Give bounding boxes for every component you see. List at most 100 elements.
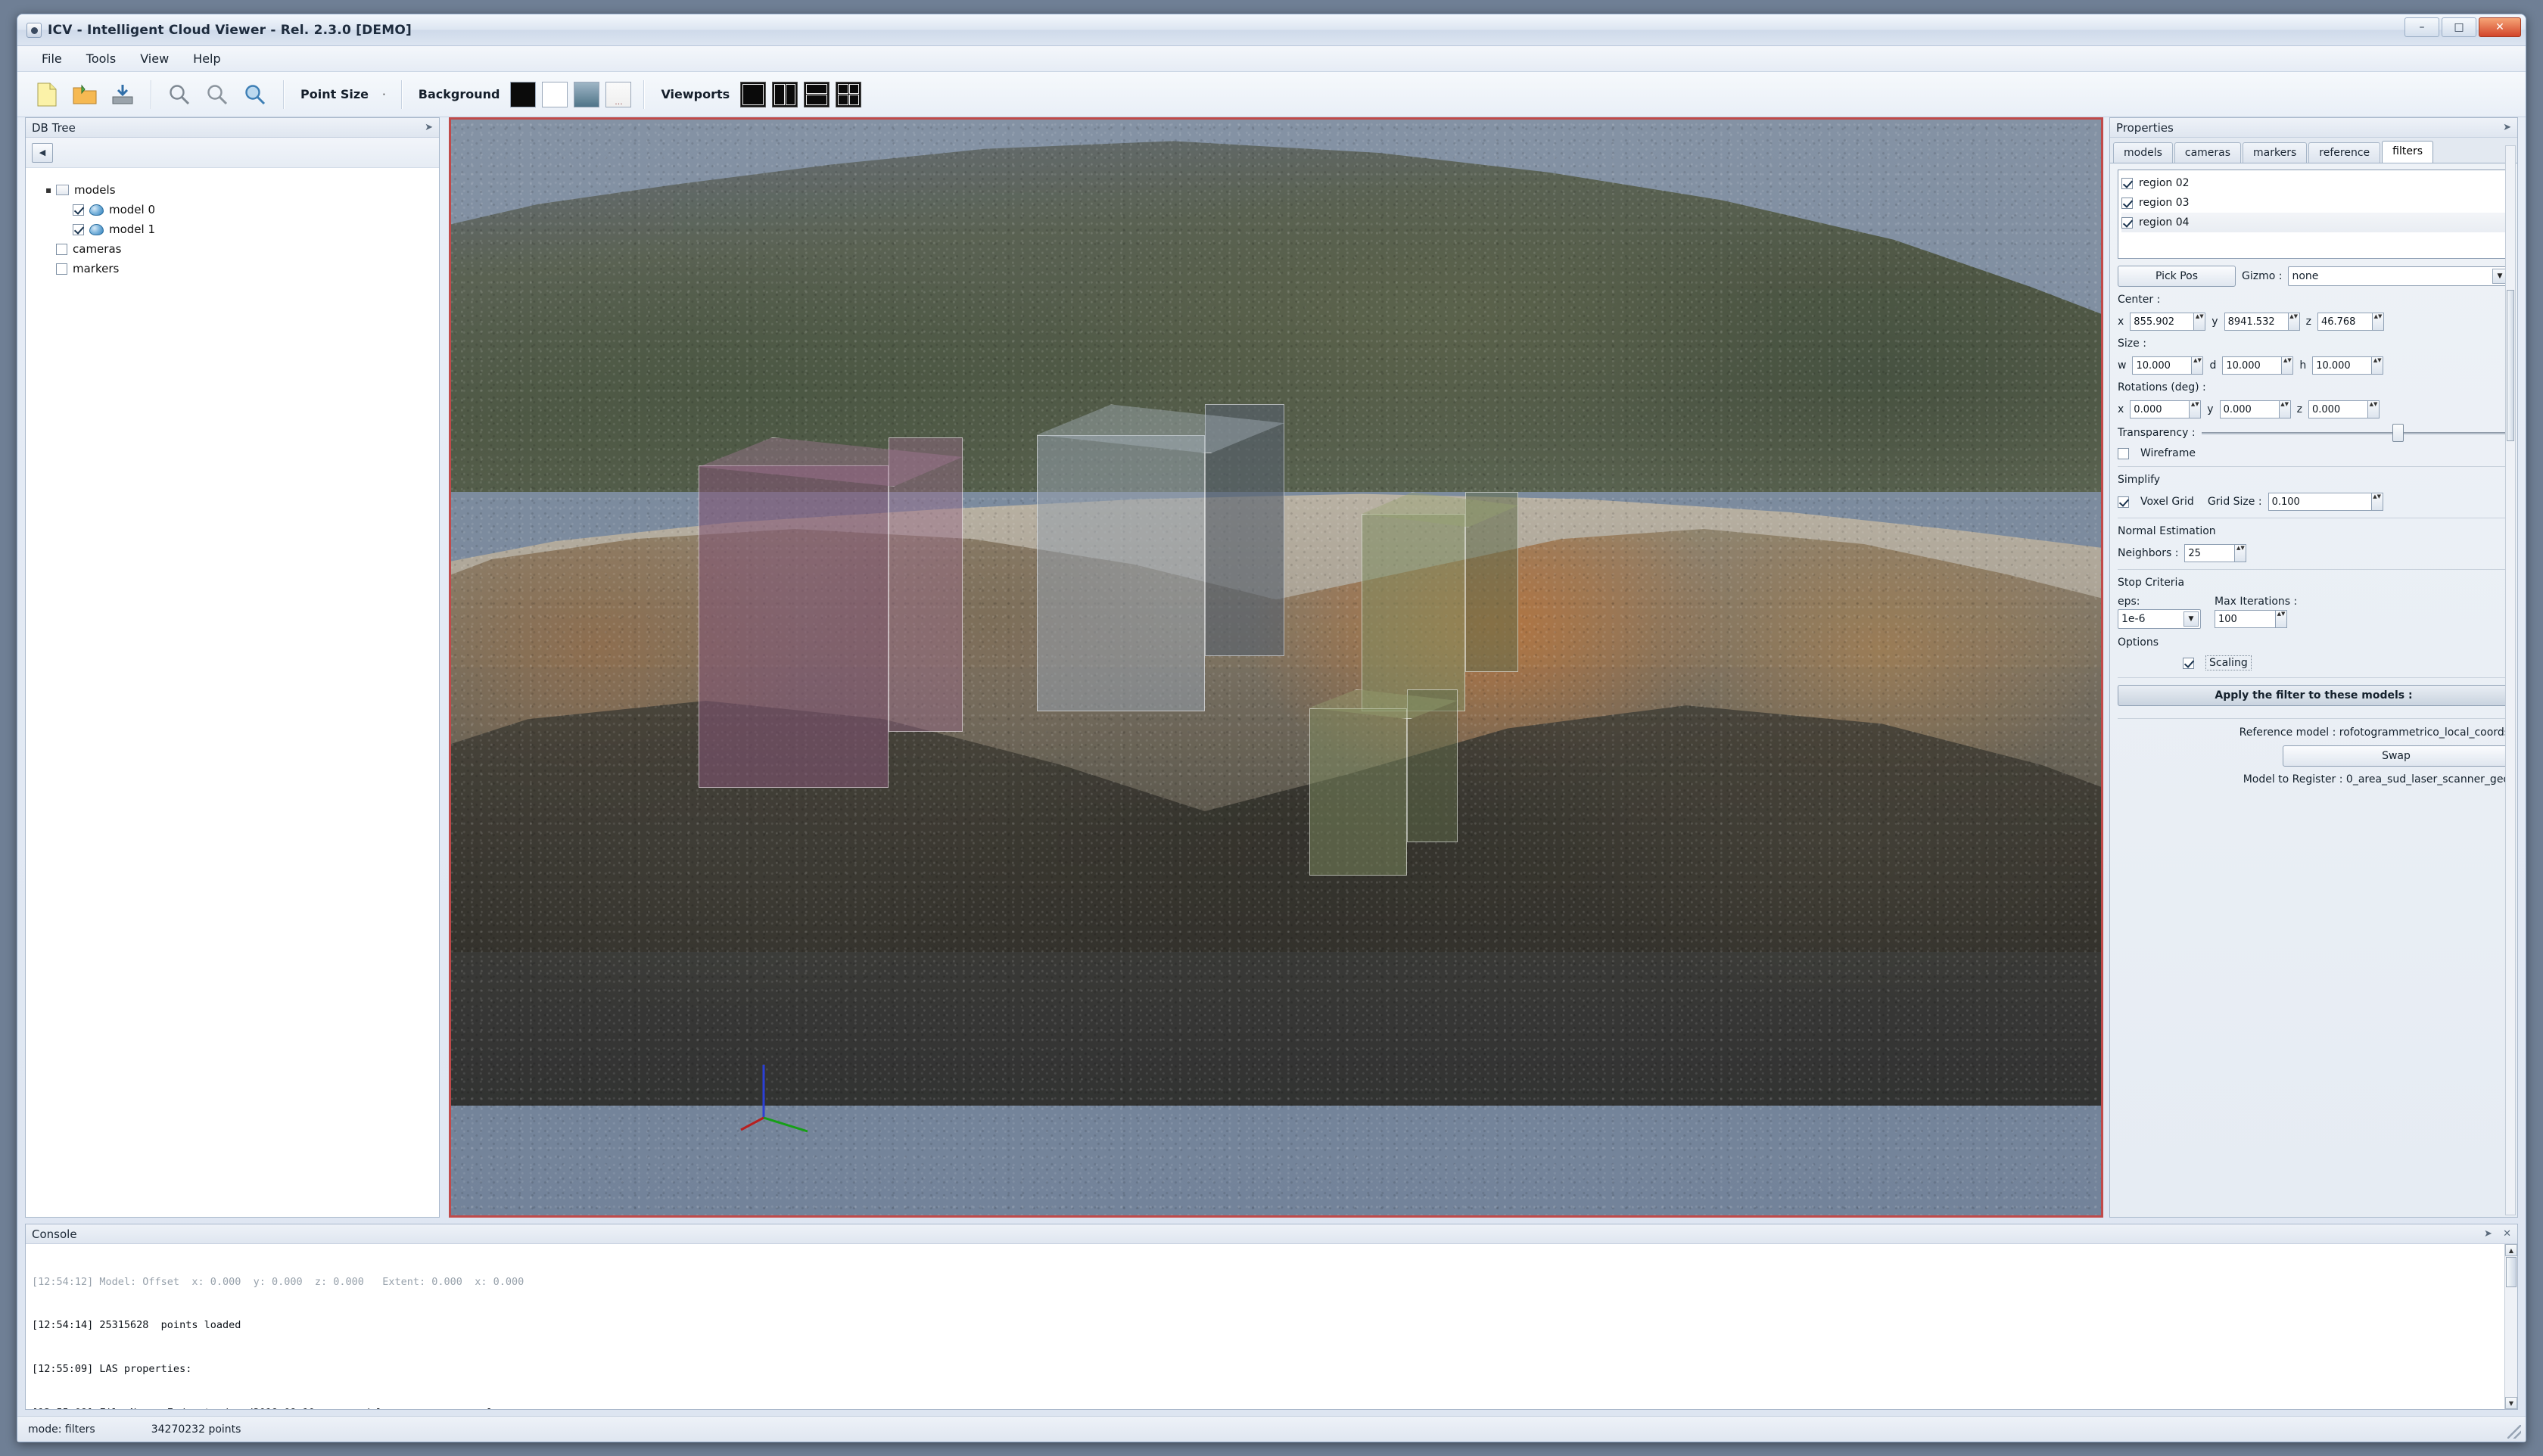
expand-twisty-icon[interactable]: ▪ (45, 185, 56, 195)
stepper-arrows-icon[interactable]: ▲▼ (2371, 356, 2384, 375)
region-list-item[interactable]: region 04 (2121, 213, 2506, 232)
visibility-checkbox[interactable] (56, 243, 67, 255)
size-d-stepper[interactable]: ▲▼ (2222, 356, 2294, 375)
viewport-layout-single[interactable] (740, 81, 767, 107)
eps-select[interactable]: 1e-6 ▼ (2118, 609, 2201, 629)
console-scrollbar[interactable]: ▲ ▼ (2504, 1244, 2517, 1409)
grid-size-input[interactable] (2268, 493, 2371, 511)
apply-filter-button[interactable]: Apply the filter to these models : (2118, 685, 2510, 706)
stepper-arrows-icon[interactable]: ▲▼ (2191, 356, 2204, 375)
tab-filters[interactable]: filters (2382, 141, 2434, 163)
max-iterations-input[interactable] (2215, 610, 2275, 628)
menu-file[interactable]: File (31, 48, 73, 69)
center-y-input[interactable] (2224, 313, 2288, 331)
rotation-y-stepper[interactable]: ▲▼ (2219, 400, 2291, 418)
stepper-arrows-icon[interactable]: ▲▼ (2370, 493, 2383, 511)
properties-scrollbar[interactable] (2505, 145, 2516, 1215)
viewport-layout-quad[interactable] (836, 81, 862, 107)
background-swatch-white[interactable] (542, 81, 568, 107)
region-checkbox[interactable] (2121, 197, 2133, 209)
scroll-down-icon[interactable]: ▼ (2505, 1397, 2517, 1409)
neighbors-input[interactable] (2184, 544, 2235, 562)
center-z-stepper[interactable]: ▲▼ (2317, 313, 2384, 331)
zoom-reset-icon[interactable] (201, 78, 234, 111)
collapse-tree-button[interactable]: ◀ (32, 142, 53, 163)
stepper-arrows-icon[interactable]: ▲▼ (2281, 356, 2294, 375)
stepper-arrows-icon[interactable]: ▲▼ (2275, 610, 2287, 628)
slider-handle[interactable] (2392, 424, 2404, 442)
pick-pos-button[interactable]: Pick Pos (2118, 266, 2236, 287)
resize-grip-icon[interactable] (2507, 1425, 2521, 1439)
size-h-stepper[interactable]: ▲▼ (2312, 356, 2384, 375)
zoom-in-icon[interactable] (238, 78, 272, 111)
tree-node-markers[interactable]: markers (26, 259, 439, 278)
rotation-y-input[interactable] (2219, 400, 2279, 418)
stepper-arrows-icon[interactable]: ▲▼ (2371, 313, 2384, 331)
viewport-layout-two-vertical[interactable] (772, 81, 798, 107)
visibility-checkbox[interactable] (56, 263, 67, 275)
max-iterations-stepper[interactable]: ▲▼ (2215, 610, 2287, 628)
size-w-input[interactable] (2132, 356, 2192, 375)
menu-help[interactable]: Help (182, 48, 231, 69)
tree-node-cameras[interactable]: cameras (26, 239, 439, 259)
pin-icon[interactable]: ➤ (2484, 1228, 2492, 1240)
voxel-grid-checkbox[interactable] (2118, 496, 2129, 508)
save-icon[interactable] (106, 78, 139, 111)
rotation-z-input[interactable] (2308, 400, 2367, 418)
region-box-05[interactable] (1309, 689, 1458, 876)
gizmo-select[interactable]: none ▼ (2288, 266, 2510, 286)
region-list-item[interactable]: region 02 (2121, 173, 2506, 193)
rotation-z-stepper[interactable]: ▲▼ (2308, 400, 2380, 418)
minimize-button[interactable]: – (2404, 17, 2439, 37)
stepper-arrows-icon[interactable]: ▲▼ (2193, 313, 2206, 331)
size-w-stepper[interactable]: ▲▼ (2132, 356, 2204, 375)
point-size-dropdown[interactable]: · (376, 88, 392, 101)
pin-icon[interactable]: ➤ (2503, 122, 2511, 133)
region-list-item[interactable]: region 03 (2121, 193, 2506, 213)
stepper-arrows-icon[interactable]: ▲▼ (2234, 544, 2247, 562)
open-folder-icon[interactable] (68, 78, 101, 111)
center-y-stepper[interactable]: ▲▼ (2224, 313, 2300, 331)
wireframe-checkbox[interactable] (2118, 447, 2129, 459)
size-d-input[interactable] (2222, 356, 2282, 375)
center-z-input[interactable] (2317, 313, 2372, 331)
region-list[interactable]: region 02 region 03 region 04 (2118, 170, 2510, 259)
stepper-arrows-icon[interactable]: ▲▼ (2367, 400, 2380, 418)
scrollbar-thumb[interactable] (2506, 1257, 2517, 1287)
tab-models[interactable]: models (2113, 142, 2173, 163)
region-checkbox[interactable] (2121, 216, 2133, 229)
pin-icon[interactable]: ➤ (425, 122, 433, 133)
menu-tools[interactable]: Tools (76, 48, 126, 69)
rotation-x-stepper[interactable]: ▲▼ (2130, 400, 2202, 418)
region-checkbox[interactable] (2121, 177, 2133, 189)
tree-node-models[interactable]: ▪ models (26, 180, 439, 200)
background-swatch-gradient[interactable] (574, 81, 600, 107)
chevron-down-icon[interactable]: ▼ (2183, 611, 2199, 627)
neighbors-stepper[interactable]: ▲▼ (2184, 544, 2247, 562)
background-swatch-black[interactable] (510, 81, 537, 107)
stepper-arrows-icon[interactable]: ▲▼ (2278, 400, 2291, 418)
center-x-stepper[interactable]: ▲▼ (2130, 313, 2206, 331)
region-box-03[interactable] (1036, 404, 1284, 711)
tab-reference[interactable]: reference (2308, 142, 2381, 163)
scaling-checkbox[interactable] (2183, 657, 2194, 669)
grid-size-stepper[interactable]: ▲▼ (2268, 493, 2383, 511)
viewport-layout-two-horizontal[interactable] (804, 81, 830, 107)
zoom-out-icon[interactable] (163, 78, 196, 111)
3d-point-cloud-view[interactable] (449, 117, 2103, 1218)
stepper-arrows-icon[interactable]: ▲▼ (2287, 313, 2300, 331)
background-swatch-custom[interactable]: ... (605, 81, 632, 107)
menu-view[interactable]: View (129, 48, 179, 69)
close-button[interactable]: ✕ (2479, 17, 2521, 37)
transparency-slider[interactable] (2201, 424, 2510, 442)
center-x-input[interactable] (2130, 313, 2194, 331)
tree-node-model-1[interactable]: model 1 (26, 219, 439, 239)
scrollbar-thumb[interactable] (2507, 290, 2514, 441)
visibility-checkbox[interactable] (73, 223, 84, 235)
close-icon[interactable]: ✕ (2503, 1228, 2511, 1240)
region-box-02[interactable] (699, 437, 963, 789)
new-file-icon[interactable] (30, 78, 64, 111)
rotation-x-input[interactable] (2130, 400, 2190, 418)
size-h-input[interactable] (2312, 356, 2372, 375)
swap-button[interactable]: Swap (2283, 745, 2510, 767)
